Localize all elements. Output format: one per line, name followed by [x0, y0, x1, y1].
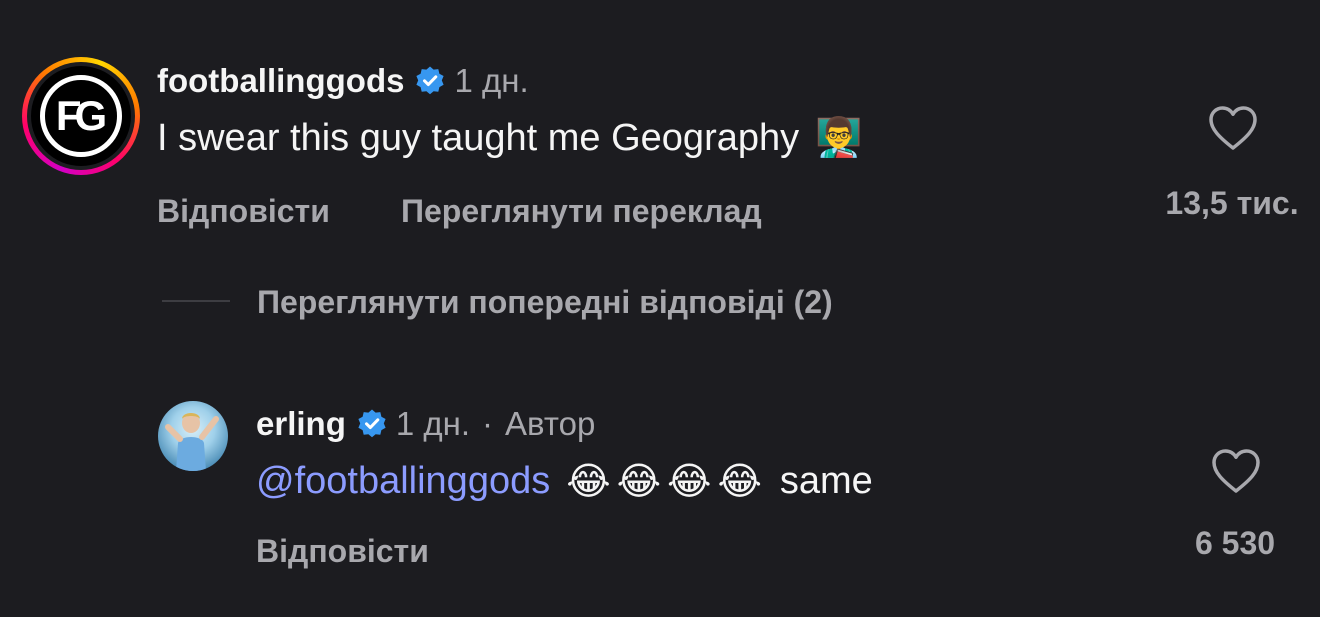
- reply-button[interactable]: Відповісти: [157, 193, 330, 230]
- avatar-logo: FG: [31, 66, 131, 166]
- comment-text: I swear this guy taught me Geography: [157, 116, 800, 159]
- reply-like-count: 6 530: [1194, 525, 1276, 561]
- view-translation-button[interactable]: Переглянути переклад: [401, 193, 762, 230]
- author-label: Автор: [505, 405, 596, 442]
- like-heart-icon[interactable]: [1210, 447, 1262, 495]
- comment-header: footballinggods 1 дн.: [157, 62, 529, 100]
- verified-badge-icon: [356, 408, 388, 440]
- like-heart-icon[interactable]: [1207, 104, 1259, 152]
- verified-badge-icon: [414, 65, 446, 97]
- avatar-initials: FG: [40, 75, 122, 157]
- avatar-footballinggods[interactable]: FG: [22, 57, 140, 175]
- comment-body: I swear this guy taught me Geography 👨‍🏫: [157, 116, 862, 160]
- reply-username[interactable]: erling: [256, 405, 346, 443]
- comment-time: 1 дн.: [454, 62, 529, 99]
- comment-username[interactable]: footballinggods: [157, 62, 404, 100]
- avatar-erling[interactable]: [158, 401, 228, 471]
- reply-to-reply-button[interactable]: Відповісти: [256, 533, 429, 570]
- replies-divider: [162, 300, 230, 302]
- reply-text: same: [779, 460, 873, 502]
- comment-like-count: 13,5 тис.: [1165, 185, 1299, 221]
- avatar-gap: FG: [27, 62, 135, 170]
- teacher-emoji: 👨‍🏫: [815, 117, 863, 159]
- reply-time: 1 дн.: [395, 405, 471, 442]
- reply-header: erling 1 дн. · Автор: [256, 405, 595, 443]
- reply-body: @footballinggods 😂😂😂😂 same: [256, 459, 873, 504]
- reply-separator: ·: [482, 405, 494, 442]
- mention-link[interactable]: @footballinggods: [256, 460, 550, 503]
- view-previous-replies-button[interactable]: Переглянути попередні відповіді (2): [257, 284, 833, 321]
- laughing-emojis: 😂😂😂😂: [566, 461, 768, 503]
